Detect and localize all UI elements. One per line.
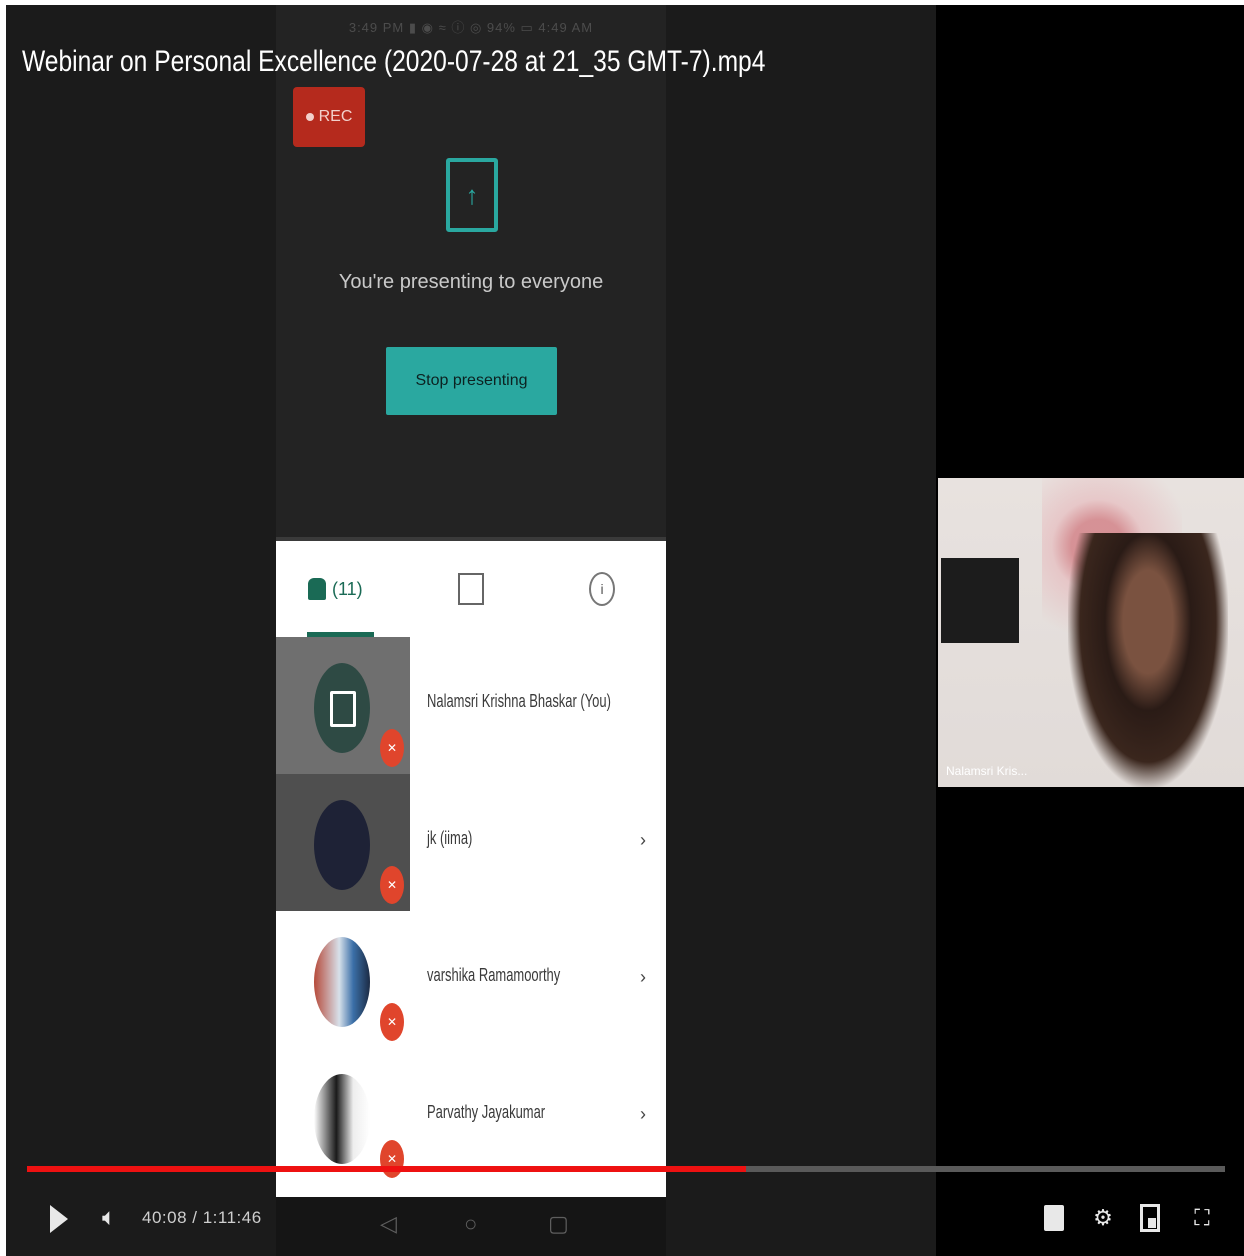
back-icon[interactable]: ◁ bbox=[380, 1211, 397, 1237]
time-display: 40:08 / 1:11:46 bbox=[142, 1208, 262, 1227]
self-view-name: Nalamsri Kris... bbox=[946, 764, 1028, 778]
tab-info[interactable]: i bbox=[589, 559, 615, 619]
stop-presenting-button[interactable]: Stop presenting bbox=[386, 347, 557, 415]
mic-off-icon: ✕ bbox=[380, 1140, 404, 1178]
mic-off-icon: ✕ bbox=[380, 866, 404, 904]
avatar-cell: ✕ bbox=[276, 774, 410, 911]
background-tv bbox=[941, 558, 1019, 643]
progress-bar[interactable] bbox=[27, 1166, 1225, 1172]
recents-icon[interactable]: ▢ bbox=[548, 1211, 569, 1237]
video-player[interactable]: 3:49 PM ▮ ◉ ≈ ⓘ ◎ 94% ▭ 4:49 AM Webinar … bbox=[6, 5, 1244, 1256]
rec-dot-icon bbox=[305, 113, 314, 121]
participant-row[interactable]: ✕ jk (iima) › bbox=[276, 774, 666, 911]
self-camera-view: Nalamsri Kris... bbox=[938, 478, 1244, 787]
tab-chat[interactable] bbox=[458, 559, 484, 619]
subtitles-icon[interactable] bbox=[1042, 1201, 1066, 1235]
chevron-right-icon[interactable]: › bbox=[640, 830, 646, 851]
progress-fill bbox=[27, 1166, 746, 1172]
people-icon bbox=[308, 578, 326, 600]
avatar bbox=[314, 800, 370, 890]
participants-panel: (11) i ✕ Nalamsri Krishna Bhaskar (You) bbox=[276, 537, 666, 1201]
avatar-cell: ✕ bbox=[276, 911, 410, 1048]
tab-people[interactable]: (11) bbox=[308, 559, 363, 619]
avatar bbox=[314, 937, 370, 1027]
presenter-video bbox=[1068, 533, 1228, 787]
info-icon: i bbox=[589, 572, 615, 606]
play-icon[interactable] bbox=[50, 1205, 68, 1233]
chat-icon bbox=[458, 573, 484, 605]
participant-name: varshika Ramamoorthy bbox=[427, 965, 561, 985]
participant-row[interactable]: ✕ varshika Ramamoorthy › bbox=[276, 911, 666, 1048]
rec-indicator: REC bbox=[293, 87, 365, 147]
chevron-right-icon[interactable]: › bbox=[640, 1104, 646, 1125]
phone-status-bar: 3:49 PM ▮ ◉ ≈ ⓘ ◎ 94% ▭ 4:49 AM bbox=[348, 20, 594, 35]
mic-off-icon: ✕ bbox=[380, 729, 404, 767]
participant-row[interactable]: ✕ Parvathy Jayakumar › bbox=[276, 1048, 666, 1185]
fullscreen-icon[interactable]: ⛶ bbox=[1190, 1201, 1214, 1235]
participant-name: Parvathy Jayakumar bbox=[427, 1102, 546, 1122]
settings-gear-icon[interactable]: ⚙ bbox=[1091, 1201, 1115, 1235]
people-count: (11) bbox=[332, 578, 363, 599]
video-title: Webinar on Personal Excellence (2020-07-… bbox=[22, 45, 766, 78]
participant-row[interactable]: ✕ Nalamsri Krishna Bhaskar (You) bbox=[276, 637, 666, 774]
presenting-message: You're presenting to everyone bbox=[338, 271, 604, 293]
miniplayer-icon[interactable] bbox=[1138, 1201, 1162, 1235]
chevron-right-icon[interactable]: › bbox=[640, 967, 646, 988]
avatar bbox=[314, 1074, 370, 1164]
home-icon[interactable]: ○ bbox=[464, 1211, 477, 1237]
participant-name: Nalamsri Krishna Bhaskar (You) bbox=[427, 691, 611, 711]
android-nav-bar: ◁ ○ ▢ bbox=[276, 1197, 666, 1256]
avatar bbox=[314, 663, 370, 753]
present-screen-icon: ↑ bbox=[446, 158, 498, 232]
avatar-cell: ✕ bbox=[276, 637, 410, 774]
present-screen-icon bbox=[330, 691, 356, 727]
avatar-cell: ✕ bbox=[276, 1048, 410, 1185]
panel-tabs: (11) i bbox=[276, 541, 666, 637]
volume-icon[interactable]: 🔈︎ bbox=[102, 1198, 116, 1238]
rec-label: REC bbox=[318, 108, 353, 125]
mic-off-icon: ✕ bbox=[380, 1003, 404, 1041]
participant-name: jk (iima) bbox=[427, 828, 473, 848]
